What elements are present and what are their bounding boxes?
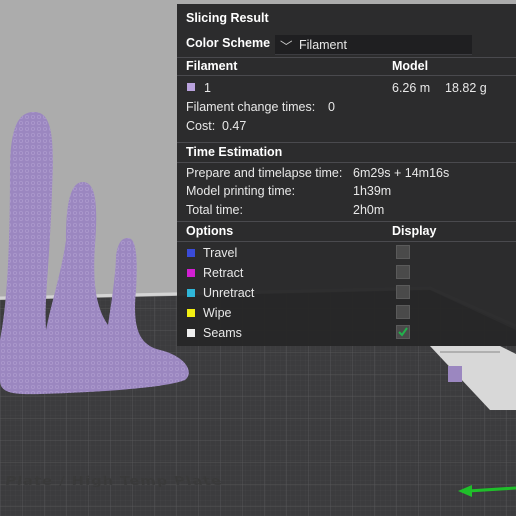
option-wipe-label: Wipe [203,306,232,320]
seams-color-swatch [187,329,195,337]
time-estimation-header: Time Estimation [186,145,283,159]
filament-color-swatch [187,83,195,91]
plate-label: Plate / High Temp Plate [4,473,225,488]
filament-length: 6.26 m [392,81,431,95]
time-label: Model printing time: [186,184,296,198]
time-value: 2h0m [353,203,385,217]
travel-color-swatch [187,249,195,257]
chevron-down-icon: ﹀ [280,40,293,54]
color-scheme-value: Filament [299,38,347,52]
option-travel-label: Travel [203,246,238,260]
display-header: Display [392,224,437,238]
unretract-color-swatch [187,289,195,297]
time-label: Total time: [186,203,243,217]
filament-name: 1 [204,81,211,95]
time-label: Prepare and timelapse time: [186,166,343,180]
options-header: Options [186,224,234,238]
option-seams-label: Seams [203,326,242,340]
model-header: Model [392,59,429,73]
filament-change-label: Filament change times: [186,100,316,114]
filament-header: Filament [186,59,238,73]
wipe-color-swatch [187,309,195,317]
filament-change-value: 0 [328,100,335,114]
time-value: 1h39m [353,184,392,198]
unretract-display-checkbox[interactable] [396,285,410,299]
retract-color-swatch [187,269,195,277]
slicing-result-panel: Slicing Result Color Scheme ﹀ Filament F… [177,4,516,346]
travel-display-checkbox[interactable] [396,245,410,259]
seams-display-checkbox[interactable] [396,325,410,339]
option-retract-label: Retract [203,266,244,280]
color-scheme-label: Color Scheme [186,36,271,50]
panel-title: Slicing Result [186,11,269,25]
time-value: 6m29s + 14m16s [353,166,450,180]
cost-label: Cost: [186,119,216,133]
wipe-display-checkbox[interactable] [396,305,410,319]
filament-weight: 18.82 g [445,81,487,95]
retract-display-checkbox[interactable] [396,265,410,279]
checkmark-icon [398,327,408,337]
color-scheme-dropdown[interactable]: ﹀ Filament [275,35,472,55]
wipe-tower [448,366,462,382]
option-unretract-label: Unretract [203,286,255,300]
cost-value: 0.47 [222,119,247,133]
